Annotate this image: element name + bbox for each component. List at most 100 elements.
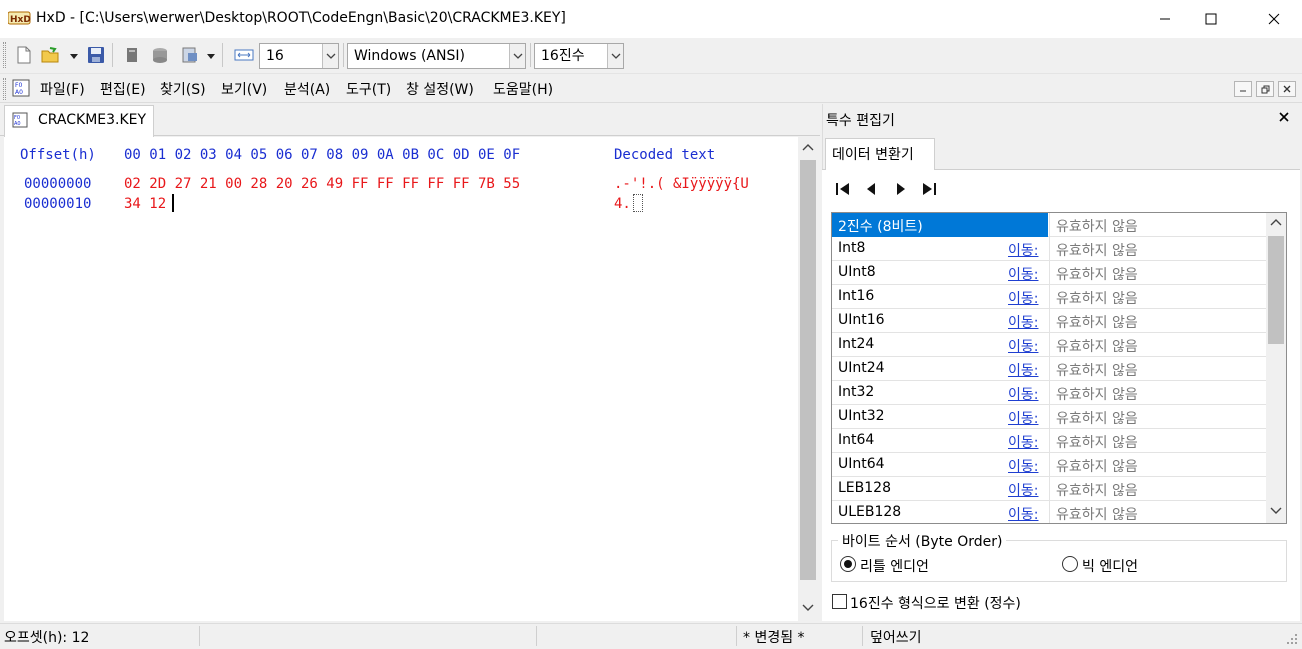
go-to-link[interactable]: 이동:	[1008, 408, 1038, 428]
maximize-button[interactable]	[1188, 0, 1234, 38]
open-dropdown-arrow-icon[interactable]	[69, 49, 79, 65]
go-to-link[interactable]: 이동:	[1008, 504, 1038, 523]
inspector-row-type: UInt8	[838, 264, 876, 280]
charset-select[interactable]: Windows (ANSI)	[347, 43, 526, 69]
hxd-app-icon: HxD	[7, 10, 32, 26]
inspector-row[interactable]: Int24 이동: 유효하지 않음	[832, 333, 1266, 357]
inspector-row-value[interactable]: 유효하지 않음	[1049, 405, 1266, 429]
mdi-restore-button[interactable]	[1256, 81, 1274, 97]
inspector-row[interactable]: LEB128 이동: 유효하지 않음	[832, 477, 1266, 501]
inspector-row-value[interactable]: 유효하지 않음	[1049, 309, 1266, 333]
row-decoded-text[interactable]: 4.	[614, 196, 631, 212]
previous-icon[interactable]	[862, 180, 880, 198]
new-file-icon[interactable]	[14, 45, 34, 65]
bytes-per-row-select[interactable]: 16	[259, 43, 339, 69]
little-endian-label[interactable]: 리틀 엔디언	[860, 556, 929, 576]
go-to-link[interactable]: 이동:	[1008, 456, 1038, 476]
inspector-row[interactable]: Int8 이동: 유효하지 않음	[832, 237, 1266, 261]
hex-format-label[interactable]: 16진수 형식으로 변환 (정수)	[850, 593, 1021, 613]
inspector-row[interactable]: UInt16 이동: 유효하지 않음	[832, 309, 1266, 333]
document-icon[interactable]: F0 A0	[12, 79, 30, 97]
hex-file-icon: F0 A0	[12, 112, 28, 128]
go-to-link[interactable]: 이동:	[1008, 480, 1038, 500]
inspector-row[interactable]: Int16 이동: 유효하지 않음	[832, 285, 1266, 309]
data-inspector-table[interactable]: 2진수 (8비트) 유효하지 않음 Int8 이동: 유효하지 않음 UInt8…	[831, 212, 1287, 524]
menu-help[interactable]: 도움말(H)	[493, 79, 553, 99]
inspector-row[interactable]: UInt32 이동: 유효하지 않음	[832, 405, 1266, 429]
little-endian-radio[interactable]	[840, 556, 856, 572]
hex-format-checkbox[interactable]	[832, 594, 847, 609]
status-edit-mode[interactable]: 덮어쓰기	[870, 627, 922, 647]
go-to-link[interactable]: 이동:	[1008, 384, 1038, 404]
open-folder-icon[interactable]	[40, 45, 60, 65]
next-icon[interactable]	[892, 180, 910, 198]
minimize-button[interactable]	[1142, 0, 1188, 38]
inspector-row[interactable]: UInt8 이동: 유효하지 않음	[832, 261, 1266, 285]
go-to-link[interactable]: 이동:	[1008, 312, 1038, 332]
menu-grip[interactable]	[3, 78, 6, 100]
scroll-down-icon[interactable]	[801, 600, 815, 618]
big-endian-label[interactable]: 빅 엔디언	[1082, 556, 1138, 576]
inspector-row-type: Int8	[838, 240, 866, 256]
inspector-row[interactable]: ULEB128 이동: 유효하지 않음	[832, 501, 1266, 523]
inspector-row-value[interactable]: 유효하지 않음	[1049, 237, 1266, 261]
row-decoded-text[interactable]: .-'!.( &Iÿÿÿÿÿ{U	[614, 176, 749, 192]
chevron-down-icon[interactable]	[607, 44, 623, 68]
inspector-row-value[interactable]: 유효하지 않음	[1049, 477, 1266, 501]
resize-grip-icon[interactable]	[1286, 633, 1298, 649]
inspector-row-value[interactable]: 유효하지 않음	[1049, 261, 1266, 285]
go-to-link[interactable]: 이동:	[1008, 360, 1038, 380]
go-to-link[interactable]: 이동:	[1008, 432, 1038, 452]
big-endian-radio[interactable]	[1062, 556, 1078, 572]
scroll-down-icon[interactable]	[1269, 503, 1283, 521]
hex-scrollbar-thumb[interactable]	[800, 160, 816, 580]
text-cursor-box	[633, 194, 643, 212]
inspector-row-value[interactable]: 유효하지 않음	[1049, 333, 1266, 357]
toolbar-grip[interactable]	[3, 42, 6, 68]
last-icon[interactable]	[920, 180, 938, 198]
chevron-down-icon[interactable]	[509, 44, 525, 68]
first-icon[interactable]	[834, 180, 852, 198]
go-to-link[interactable]: 이동:	[1008, 240, 1038, 260]
inspector-row[interactable]: Int64 이동: 유효하지 않음	[832, 429, 1266, 453]
menu-window[interactable]: 창 설정(W)	[406, 79, 474, 99]
inspector-row[interactable]: UInt64 이동: 유효하지 않음	[832, 453, 1266, 477]
scroll-up-icon[interactable]	[801, 141, 815, 159]
save-icon[interactable]	[86, 45, 106, 65]
offset-base-select[interactable]: 16진수	[534, 43, 624, 69]
inspector-row-value[interactable]: 유효하지 않음	[1049, 381, 1266, 405]
menu-analysis[interactable]: 분석(A)	[284, 79, 330, 99]
inspector-row[interactable]: 2진수 (8비트) 유효하지 않음	[832, 213, 1266, 237]
mdi-minimize-button[interactable]	[1234, 81, 1252, 97]
go-to-link[interactable]: 이동:	[1008, 264, 1038, 284]
export-icon[interactable]	[180, 45, 200, 65]
menu-view[interactable]: 보기(V)	[221, 79, 267, 99]
inspector-row-value[interactable]: 유효하지 않음	[1049, 429, 1266, 453]
row-hex-bytes[interactable]: 02 2D 27 21 00 28 20 26 49 FF FF FF FF F…	[124, 176, 520, 192]
inspector-row-value[interactable]: 유효하지 않음	[1049, 501, 1266, 523]
inspector-row-type: Int32	[838, 384, 875, 400]
inspector-row-value[interactable]: 유효하지 않음	[1049, 213, 1266, 237]
go-to-link[interactable]: 이동:	[1008, 336, 1038, 356]
open-disk-icon[interactable]	[122, 45, 142, 65]
panel-close-icon[interactable]	[1278, 108, 1290, 127]
inspector-row[interactable]: Int32 이동: 유효하지 않음	[832, 381, 1266, 405]
export-dropdown-arrow-icon[interactable]	[206, 49, 216, 65]
chevron-down-icon[interactable]	[322, 44, 338, 68]
mdi-close-button[interactable]	[1278, 81, 1296, 97]
menu-edit[interactable]: 편집(E)	[100, 79, 146, 99]
inspector-row[interactable]: UInt24 이동: 유효하지 않음	[832, 357, 1266, 381]
inspector-row-value[interactable]: 유효하지 않음	[1049, 453, 1266, 477]
open-ram-icon[interactable]	[150, 45, 170, 65]
offset-header: Offset(h)	[20, 147, 96, 163]
menu-search[interactable]: 찾기(S)	[160, 79, 206, 99]
close-button[interactable]	[1246, 0, 1302, 38]
scroll-up-icon[interactable]	[1269, 216, 1283, 234]
inspector-row-value[interactable]: 유효하지 않음	[1049, 285, 1266, 309]
menu-file[interactable]: 파일(F)	[40, 79, 85, 99]
inspector-scrollbar-thumb[interactable]	[1268, 236, 1284, 344]
go-to-link[interactable]: 이동:	[1008, 288, 1038, 308]
inspector-row-value[interactable]: 유효하지 않음	[1049, 357, 1266, 381]
row-hex-bytes[interactable]: 34 12	[124, 196, 166, 212]
menu-tools[interactable]: 도구(T)	[346, 79, 391, 99]
